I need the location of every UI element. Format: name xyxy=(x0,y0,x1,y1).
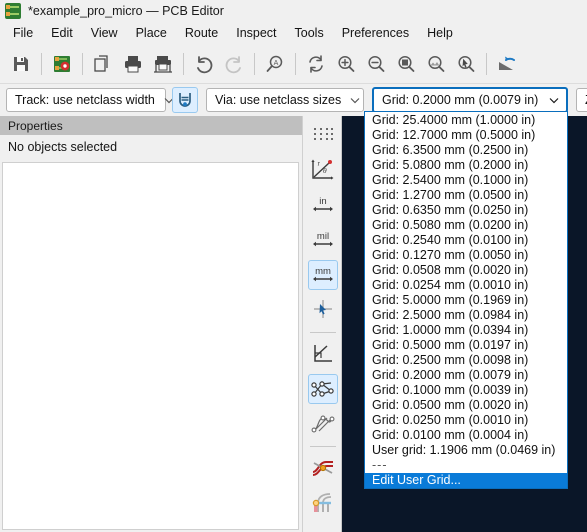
grid-option[interactable]: Grid: 12.7000 mm (0.5000 in) xyxy=(365,128,567,143)
grid-option[interactable]: Grid: 0.0254 mm (0.0010 in) xyxy=(365,278,567,293)
sidebar-item-units-mm[interactable]: mm xyxy=(307,260,338,290)
grid-option-separator: --- xyxy=(372,458,388,472)
menu-item-help[interactable]: Help xyxy=(418,24,462,42)
flip-board-button[interactable] xyxy=(492,49,522,79)
refresh-button[interactable] xyxy=(301,49,331,79)
track-width-value: Track: use netclass width xyxy=(15,93,155,107)
zoom-combo[interactable]: Zo xyxy=(576,88,587,112)
grid-option[interactable]: Grid: 0.6350 mm (0.0250 in) xyxy=(365,203,567,218)
save-button[interactable] xyxy=(6,49,36,79)
sidebar-item-units-mils[interactable]: mil xyxy=(308,225,338,255)
menu-item-view[interactable]: View xyxy=(82,24,127,42)
sidebar-item-full-crosshair[interactable] xyxy=(308,295,338,325)
chevron-down-icon xyxy=(349,94,361,106)
sidebar-item-drawing-sheet[interactable] xyxy=(308,339,338,369)
svg-text:mil: mil xyxy=(316,231,328,242)
grid-option[interactable]: Grid: 0.0508 mm (0.0020 in) xyxy=(365,263,567,278)
zoom-out-button[interactable] xyxy=(361,49,391,79)
menu-item-inspect[interactable]: Inspect xyxy=(227,24,285,42)
properties-panel-body[interactable] xyxy=(2,162,299,530)
zoom-fit-page-button[interactable] xyxy=(391,49,421,79)
grid-option[interactable]: Grid: 1.0000 mm (0.0394 in) xyxy=(365,323,567,338)
svg-text:r: r xyxy=(317,160,320,168)
via-size-combo[interactable]: Via: use netclass sizes xyxy=(206,88,364,112)
grid-option[interactable]: Grid: 0.5080 mm (0.0200 in) xyxy=(365,218,567,233)
grid-combo[interactable]: Grid: 0.2000 mm (0.0079 in) xyxy=(372,87,568,113)
menu-item-preferences[interactable]: Preferences xyxy=(333,24,418,42)
find-button[interactable]: A xyxy=(260,49,290,79)
grid-option[interactable]: Grid: 0.1270 mm (0.0050 in) xyxy=(365,248,567,263)
toolbar-separator xyxy=(183,52,184,75)
svg-text:mm: mm xyxy=(315,266,331,277)
sidebar-item-net-colors[interactable] xyxy=(308,453,338,483)
grid-option[interactable]: Grid: 0.0100 mm (0.0004 in) xyxy=(365,428,567,443)
undo-button[interactable] xyxy=(189,49,219,79)
sidebar-separator xyxy=(309,446,336,447)
grid-option[interactable]: Grid: 0.2540 mm (0.0100 in) xyxy=(365,233,567,248)
zoom-fit-objects-button[interactable] xyxy=(421,49,451,79)
grid-option[interactable]: Grid: 0.2500 mm (0.0098 in) xyxy=(365,353,567,368)
properties-panel-title: Properties xyxy=(0,116,302,135)
menu-item-edit[interactable]: Edit xyxy=(42,24,82,42)
svg-text:in: in xyxy=(319,196,326,207)
svg-text:A: A xyxy=(274,60,279,67)
page-settings-button[interactable] xyxy=(88,49,118,79)
grid-option[interactable]: Grid: 2.5000 mm (0.0984 in) xyxy=(365,308,567,323)
sidebar-item-show-ratsnest[interactable] xyxy=(307,374,338,404)
menu-item-tools[interactable]: Tools xyxy=(286,24,333,42)
menu-item-place[interactable]: Place xyxy=(127,24,176,42)
menu-bar: File Edit View Place Route Inspect Tools… xyxy=(0,22,587,44)
grid-option[interactable]: Grid: 5.0800 mm (0.2000 in) xyxy=(365,158,567,173)
window-title: *example_pro_micro — PCB Editor xyxy=(28,3,224,18)
menu-item-route[interactable]: Route xyxy=(176,24,227,42)
sidebar-item-polar-coords[interactable]: r θ xyxy=(308,155,338,185)
menu-item-file[interactable]: File xyxy=(4,24,42,42)
pcb-board-icon xyxy=(5,2,21,19)
auto-track-width-toggle[interactable] xyxy=(172,87,198,113)
grid-option-edit-user-grid[interactable]: Edit User Grid... xyxy=(365,473,567,488)
toolbar-separator xyxy=(486,52,487,75)
toolbar-separator xyxy=(295,52,296,75)
toolbar-separator xyxy=(82,52,83,75)
grid-option[interactable]: Grid: 25.4000 mm (1.0000 in) xyxy=(365,113,567,128)
sidebar-item-units-inches[interactable]: in xyxy=(308,190,338,220)
pcb-editor-window: *example_pro_micro — PCB Editor File Edi… xyxy=(0,0,587,532)
sidebar-item-grid-display[interactable] xyxy=(308,120,338,150)
grid-option[interactable]: Grid: 6.3500 mm (0.2500 in) xyxy=(365,143,567,158)
print-button[interactable] xyxy=(118,49,148,79)
zoom-in-button[interactable] xyxy=(331,49,361,79)
properties-panel-status: No objects selected xyxy=(0,135,302,159)
grid-option[interactable]: Grid: 2.5400 mm (0.1000 in) xyxy=(365,173,567,188)
title-bar: *example_pro_micro — PCB Editor xyxy=(0,0,587,22)
grid-option-user-grid[interactable]: User grid: 1.1906 mm (0.0469 in) xyxy=(365,443,567,458)
zoom-selection-button[interactable] xyxy=(451,49,481,79)
grid-combo-value: Grid: 0.2000 mm (0.0079 in) xyxy=(382,93,539,107)
properties-panel: Properties No objects selected xyxy=(0,116,303,532)
toolbar-separator xyxy=(41,52,42,75)
svg-text:θ: θ xyxy=(323,166,327,175)
track-width-combo[interactable]: Track: use netclass width xyxy=(6,88,174,112)
sidebar-item-curved-ratsnest[interactable] xyxy=(308,409,338,439)
plot-button[interactable] xyxy=(148,49,178,79)
board-setup-button[interactable] xyxy=(47,49,77,79)
grid-option[interactable]: Grid: 0.2000 mm (0.0079 in) xyxy=(365,368,567,383)
main-toolbar: A xyxy=(0,44,587,84)
grid-option[interactable]: Grid: 0.0250 mm (0.0010 in) xyxy=(365,413,567,428)
grid-option[interactable]: Grid: 1.2700 mm (0.0500 in) xyxy=(365,188,567,203)
view-options-toolbar: r θ in mil mm xyxy=(304,116,342,532)
grid-option[interactable]: Grid: 0.1000 mm (0.0039 in) xyxy=(365,383,567,398)
chevron-down-icon xyxy=(548,94,560,106)
grid-option[interactable]: Grid: 0.0500 mm (0.0020 in) xyxy=(365,398,567,413)
grid-dropdown-list[interactable]: Grid: 25.4000 mm (1.0000 in) Grid: 12.70… xyxy=(364,111,568,489)
grid-option[interactable]: Grid: 0.5000 mm (0.0197 in) xyxy=(365,338,567,353)
toolbar-separator xyxy=(254,52,255,75)
sidebar-separator xyxy=(309,332,336,333)
sidebar-item-ratsnest-mode[interactable] xyxy=(308,488,338,518)
redo-button xyxy=(219,49,249,79)
grid-option[interactable]: Grid: 5.0000 mm (0.1969 in) xyxy=(365,293,567,308)
via-size-value: Via: use netclass sizes xyxy=(215,93,342,107)
